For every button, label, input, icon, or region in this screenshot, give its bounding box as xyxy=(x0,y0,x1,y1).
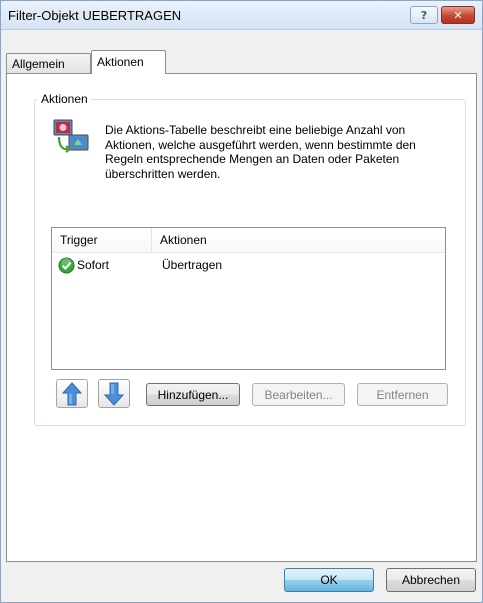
move-up-button[interactable] xyxy=(56,379,88,408)
actions-table-icon xyxy=(53,119,89,153)
green-check-icon xyxy=(58,257,75,274)
close-icon: ✕ xyxy=(453,8,463,22)
table-row[interactable]: Sofort Übertragen xyxy=(52,255,445,277)
cancel-button[interactable]: Abbrechen xyxy=(386,568,476,592)
row-action: Übertragen xyxy=(162,258,223,272)
help-button[interactable]: ? xyxy=(410,6,438,24)
actions-list[interactable]: Trigger Aktionen Sofort Übertragen xyxy=(51,227,446,370)
add-button[interactable]: Hinzufügen... xyxy=(146,383,240,406)
tab-label: Allgemein xyxy=(12,57,65,71)
remove-button[interactable]: Entfernen xyxy=(357,383,448,406)
title-bar[interactable]: Filter-Objekt UEBERTRAGEN ? ✕ xyxy=(1,1,482,30)
arrow-down-icon xyxy=(104,382,124,406)
arrow-up-icon xyxy=(62,381,82,405)
tab-label: Aktionen xyxy=(97,55,144,69)
move-down-button[interactable] xyxy=(98,379,130,408)
help-icon: ? xyxy=(420,8,428,22)
tab-allgemein[interactable]: Allgemein xyxy=(6,53,91,73)
groupbox-legend: Aktionen xyxy=(38,92,91,106)
edit-button[interactable]: Bearbeiten... xyxy=(252,383,345,406)
tab-aktionen[interactable]: Aktionen xyxy=(91,50,166,74)
list-header: Trigger Aktionen xyxy=(52,228,445,253)
close-button[interactable]: ✕ xyxy=(441,6,475,24)
ok-button[interactable]: OK xyxy=(284,568,374,592)
window-title: Filter-Objekt UEBERTRAGEN xyxy=(8,8,182,23)
group-description: Die Aktions-Tabelle beschreibt eine beli… xyxy=(105,123,416,181)
dialog-window: Filter-Objekt UEBERTRAGEN ? ✕ Allgemein … xyxy=(0,0,483,603)
column-header-trigger[interactable]: Trigger xyxy=(52,228,152,252)
column-header-aktionen[interactable]: Aktionen xyxy=(152,228,445,252)
row-trigger: Sofort xyxy=(77,258,110,272)
